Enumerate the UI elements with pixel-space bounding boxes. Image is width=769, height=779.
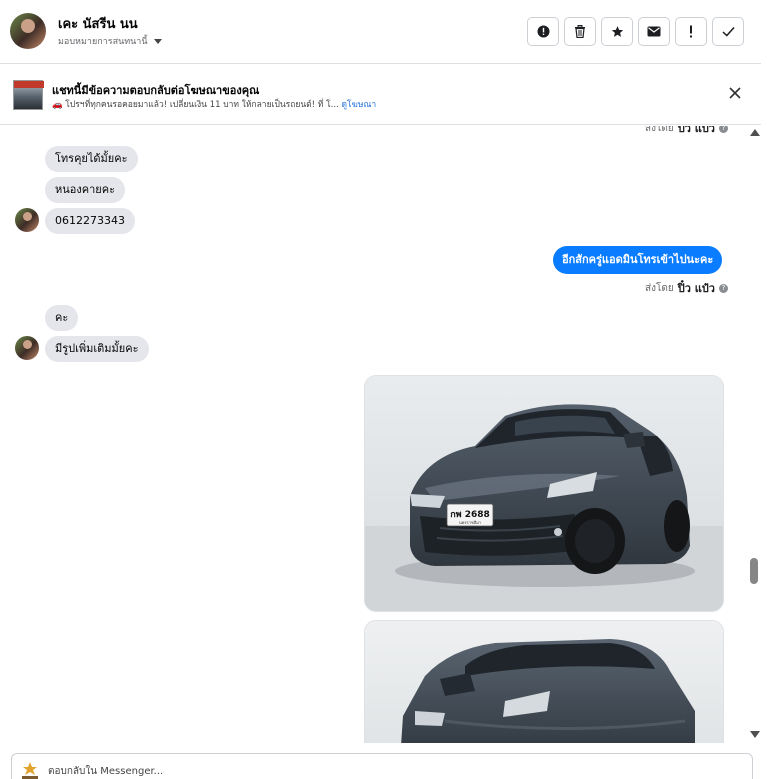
thread-scrollbar[interactable]	[748, 126, 761, 743]
trash-icon	[575, 25, 585, 38]
sent-by-label: ส่งโดย ปิ๋ว แป๋ว ?	[645, 126, 728, 137]
sent-by-prefix: ส่งโดย	[645, 126, 674, 134]
car-image: กพ 2688 นครราชสีมา	[365, 376, 723, 611]
contact-avatar-small[interactable]	[15, 336, 39, 360]
sent-by-prefix: ส่งโดย	[645, 282, 674, 294]
incoming-message[interactable]: 0612273343	[45, 208, 135, 234]
help-icon[interactable]: ?	[718, 283, 728, 293]
incoming-message[interactable]: คะ	[45, 305, 79, 331]
follow-up-button[interactable]	[675, 17, 707, 46]
contact-avatar[interactable]	[10, 13, 46, 49]
contact-avatar-small[interactable]	[15, 208, 39, 232]
scroll-down-arrow-icon[interactable]	[750, 731, 760, 738]
mark-done-button[interactable]	[712, 17, 744, 46]
checkmark-icon	[721, 26, 735, 37]
assign-conversation-dropdown[interactable]: มอบหมายการสนทนานี้	[58, 34, 162, 48]
message-thread: ส่งโดย ปิ๋ว แป๋ว ? โทรคุยได้มั้ยคะ หนองค…	[0, 126, 748, 743]
car-photo-side[interactable]	[364, 620, 724, 743]
car-photo-front[interactable]: กพ 2688 นครราชสีมา	[364, 375, 724, 612]
close-icon[interactable]	[726, 84, 744, 102]
incoming-message[interactable]: หนองคายคะ	[45, 177, 125, 203]
ad-reply-banner: แชทนี้มีข้อความตอบกลับต่อโฆษณาของคุณ 🚗 โ…	[0, 65, 761, 125]
ad-description-text: 🚗 โปรฯที่ทุกคนรอคอยมาแล้ว! เปลี่ยนเงิน 1…	[52, 100, 339, 110]
delete-button[interactable]	[564, 17, 596, 46]
envelope-icon	[647, 26, 661, 37]
ad-thumbnail[interactable]	[13, 80, 44, 110]
exclamation-icon	[690, 25, 692, 38]
header-actions	[527, 17, 744, 46]
contact-name[interactable]: เคะ นัสรีน นน	[58, 13, 138, 34]
star-icon	[611, 26, 623, 37]
conversation-header: เคะ นัสรีน นน มอบหมายการสนทนานี้	[0, 0, 761, 64]
ad-description: 🚗 โปรฯที่ทุกคนรอคอยมาแล้ว! เปลี่ยนเงิน 1…	[52, 97, 376, 111]
caret-down-icon	[153, 38, 162, 44]
sent-by-label: ส่งโดย ปิ๋ว แป๋ว ?	[645, 279, 728, 297]
incoming-message[interactable]: โทรคุยได้มั้ยคะ	[45, 146, 138, 172]
mark-unread-button[interactable]	[638, 17, 670, 46]
outgoing-message[interactable]: อีกสักครู่แอดมินโทรเข้าไปนะคะ	[553, 246, 723, 274]
incoming-message[interactable]: มีรูปเพิ่มเติมมั้ยคะ	[45, 336, 149, 362]
sent-by-name: ปิ๋ว แป๋ว	[677, 126, 715, 135]
reply-input[interactable]	[48, 754, 738, 779]
spam-button[interactable]	[527, 17, 559, 46]
scroll-up-arrow-icon[interactable]	[750, 129, 760, 136]
sent-by-name: ปิ๋ว แป๋ว	[677, 282, 715, 295]
message-composer	[11, 753, 753, 779]
star-button[interactable]	[601, 17, 633, 46]
exclamation-circle-icon	[537, 25, 549, 38]
license-plate-province: นครราชสีมา	[459, 520, 481, 525]
view-ad-link[interactable]: ดูโฆษณา	[341, 100, 376, 110]
car-image	[365, 621, 723, 743]
assign-conversation-label: มอบหมายการสนทนานี้	[58, 37, 148, 47]
page-logo-icon	[22, 762, 38, 779]
license-plate-text: กพ 2688	[450, 510, 490, 520]
scroll-thumb[interactable]	[750, 558, 758, 584]
help-icon[interactable]: ?	[718, 126, 728, 133]
